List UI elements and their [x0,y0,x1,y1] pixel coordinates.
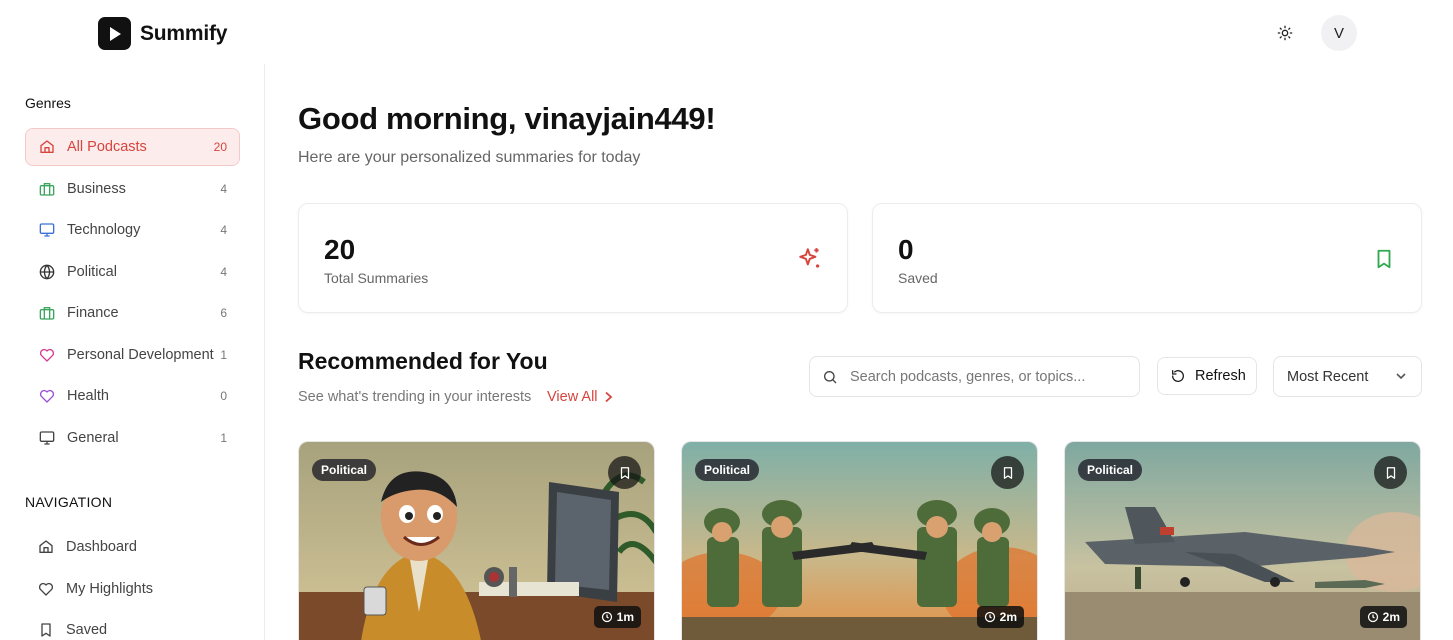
sidebar-item-finance[interactable]: Finance 6 [25,294,240,332]
duration-badge: 2m [976,606,1024,628]
monitor-icon [39,222,55,238]
monitor-icon [39,430,55,446]
top-bar: Summify V [0,0,1453,64]
podcast-card[interactable]: Political 1m [298,441,655,640]
refresh-label: Refresh [1195,368,1246,384]
sidebar-item-all-podcasts[interactable]: All Podcasts 20 [25,128,240,166]
bookmark-icon [620,466,629,479]
sidebar-item-label: Political [67,263,117,280]
bookmark-button[interactable] [1374,456,1407,489]
sidebar-item-count: 4 [220,264,227,279]
sun-icon [1277,25,1293,41]
stat-label: Saved [898,270,938,286]
app-logo[interactable]: Summify [98,17,227,50]
nav-item-label: Dashboard [66,539,137,555]
refresh-button[interactable]: Refresh [1157,357,1257,395]
nav-item-my-highlights[interactable]: My Highlights [25,570,240,608]
app-name: Summify [140,21,228,45]
duration-badge: 2m [1359,606,1407,628]
navigation-list: Dashboard My Highlights Saved [25,528,240,640]
page-title: Good morning, vinayjain449! [298,101,716,136]
heart-icon [39,388,55,404]
sidebar-item-political[interactable]: Political 4 [25,253,240,291]
sidebar-item-general[interactable]: General 1 [25,419,240,457]
view-all-label: View All [547,389,598,405]
genre-badge: Political [695,459,760,481]
search-input[interactable] [850,368,1120,385]
refresh-icon [1171,370,1184,382]
sidebar-item-count: 6 [220,306,227,320]
chevron-down-icon [1396,373,1406,380]
sidebar-item-label: All Podcasts [67,139,147,155]
duration-label: 1m [616,610,634,624]
sidebar-item-label: Finance [67,305,119,321]
sidebar-item-count: 20 [213,140,227,154]
sidebar-item-technology[interactable]: Technology 4 [25,211,240,249]
sort-select[interactable]: Most Recent [1273,356,1422,397]
search-icon [824,370,837,383]
genre-list: All Podcasts 20 Business 4 Technology 4 … [25,128,240,460]
section-title: Recommended for You [298,348,548,374]
sidebar-item-label: Health [67,388,109,404]
sidebar-item-business[interactable]: Business 4 [25,170,240,208]
view-all-link[interactable]: View All [547,389,613,405]
nav-item-label: Saved [66,622,108,638]
stat-card-total-summaries: 20 Total Summaries [298,203,848,313]
genres-heading: Genres [25,95,71,111]
duration-label: 2m [999,610,1017,624]
bookmark-icon [38,622,54,638]
sidebar-item-label: Technology [67,222,141,238]
nav-item-label: My Highlights [66,580,154,597]
section-subtitle: See what's trending in your interests [298,389,532,405]
genre-badge: Political [1078,459,1143,481]
sidebar-item-count: 1 [220,347,227,362]
bookmark-icon [1003,466,1012,479]
clock-icon [984,611,995,623]
sidebar-item-count: 1 [220,430,227,445]
stat-label: Total Summaries [324,270,429,286]
sidebar-item-count: 0 [220,389,227,403]
stat-value: 20 [324,234,356,265]
chevron-right-icon [604,391,612,403]
podcast-card[interactable]: Political 2m [681,441,1038,640]
briefcase-icon [39,181,55,197]
bookmark-icon [1371,246,1397,272]
sidebar-item-count: 4 [220,223,227,237]
user-avatar[interactable]: V [1321,15,1357,51]
clock-icon [601,611,612,623]
heart-icon [39,347,55,363]
stat-value: 0 [898,234,914,265]
briefcase-icon [39,305,55,321]
theme-toggle-button[interactable] [1271,19,1299,47]
globe-icon [39,264,55,280]
page-subtitle: Here are your personalized summaries for… [298,149,641,166]
clock-icon [1367,611,1378,623]
sidebar-item-label: General [67,429,119,446]
sidebar-item-label: Personal Development [67,346,214,363]
sidebar: Genres All Podcasts 20 Business 4 Techno… [0,64,265,640]
search-box[interactable] [809,356,1140,397]
navigation-heading: NAVIGATION [25,494,113,510]
duration-label: 2m [1382,610,1400,624]
bookmark-icon [1386,466,1395,479]
home-icon [38,539,54,555]
nav-item-saved[interactable]: Saved [25,611,240,640]
bookmark-button[interactable] [608,456,641,489]
sparkles-icon [797,246,823,272]
sidebar-item-count: 4 [220,181,227,196]
genre-badge: Political [312,459,377,481]
nav-item-dashboard[interactable]: Dashboard [25,528,240,566]
stat-card-saved: 0 Saved [872,203,1422,313]
heart-icon [38,581,54,597]
duration-badge: 1m [593,606,641,628]
podcast-card[interactable]: Political 2m [1064,441,1421,640]
sort-selected-value: Most Recent [1287,368,1369,385]
home-icon [39,139,55,155]
sidebar-item-personal-development[interactable]: Personal Development 1 [25,336,240,374]
sidebar-item-label: Business [67,180,126,197]
bookmark-button[interactable] [991,456,1024,489]
play-icon [98,17,131,50]
sidebar-item-health[interactable]: Health 0 [25,377,240,415]
